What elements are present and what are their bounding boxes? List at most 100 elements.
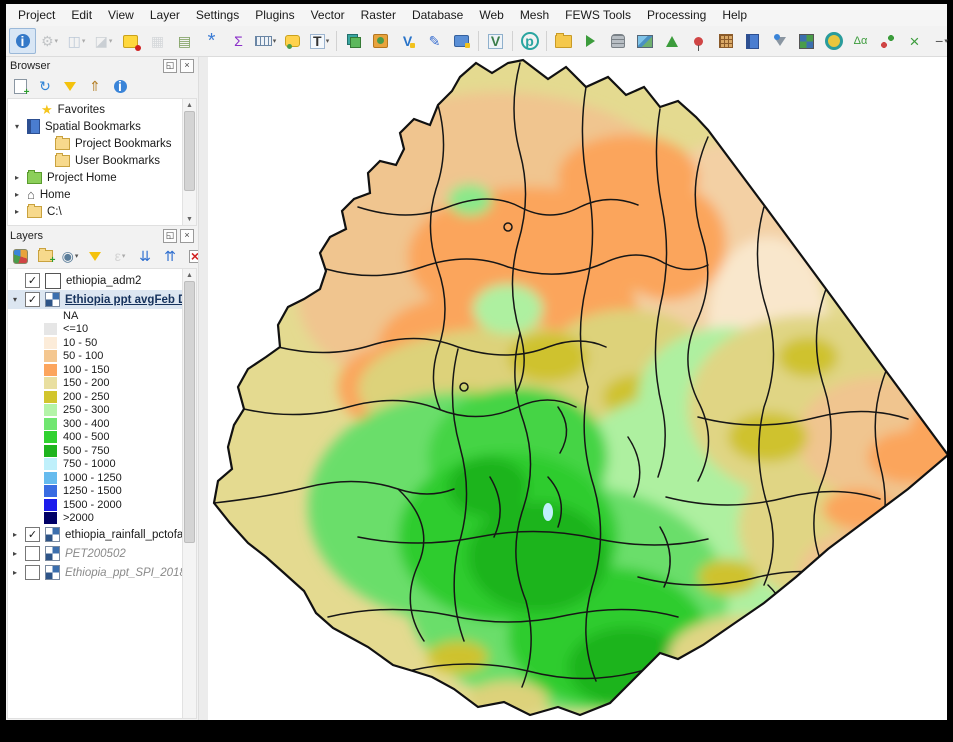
browser-scrollbar[interactable]: ▲ ▼ bbox=[182, 99, 196, 225]
collapse-all-button[interactable]: ⇑ bbox=[83, 75, 107, 98]
raster-calculator-button[interactable] bbox=[631, 28, 658, 54]
vertex-tool-button[interactable]: × bbox=[901, 28, 928, 54]
select-by-rectangle-button[interactable]: ◫▾ bbox=[63, 28, 90, 54]
eye-dropper-tool-button[interactable] bbox=[820, 28, 847, 54]
legend-class-row[interactable]: NA bbox=[8, 309, 183, 323]
browser-item-project-bookmarks[interactable]: Project Bookmarks bbox=[8, 135, 183, 152]
menu-project[interactable]: Project bbox=[10, 6, 63, 24]
new-temporary-scratch-layer-button[interactable]: ✎ bbox=[421, 28, 448, 54]
menu-help[interactable]: Help bbox=[714, 6, 755, 24]
properties-widget-button[interactable] bbox=[108, 75, 132, 98]
legend-class-row[interactable]: 750 - 1000 bbox=[8, 458, 183, 472]
manage-map-themes-button[interactable]: ◉▾ bbox=[58, 245, 82, 268]
browser-item-spatial-bookmarks[interactable]: ▾Spatial Bookmarks bbox=[8, 118, 183, 135]
attribute-table-button[interactable]: ▦ bbox=[144, 28, 171, 54]
legend-class-row[interactable]: 400 - 500 bbox=[8, 431, 183, 445]
legend-class-row[interactable]: 500 - 750 bbox=[8, 444, 183, 458]
menu-web[interactable]: Web bbox=[471, 6, 511, 24]
clip-raster-button[interactable]: ◪▾ bbox=[90, 28, 117, 54]
layer-row-pet200502[interactable]: ▸PET200502 bbox=[8, 544, 183, 563]
node-editor-button[interactable] bbox=[874, 28, 901, 54]
add-group-button[interactable] bbox=[33, 245, 57, 268]
layers-scrollbar[interactable]: ▲ bbox=[182, 269, 196, 718]
expander-icon[interactable]: ▸ bbox=[12, 190, 22, 199]
scroll-up-icon[interactable]: ▲ bbox=[186, 99, 193, 111]
browser-item-favorites[interactable]: ★Favorites bbox=[8, 101, 183, 118]
log-book-button[interactable] bbox=[739, 28, 766, 54]
legend-class-row[interactable]: <=10 bbox=[8, 323, 183, 337]
open-data-folder-button[interactable] bbox=[550, 28, 577, 54]
expander-icon[interactable]: ▸ bbox=[10, 568, 20, 577]
undock-panel-icon[interactable]: ◱ bbox=[163, 59, 177, 73]
filter-browser-button[interactable] bbox=[58, 75, 82, 98]
scroll-thumb[interactable] bbox=[184, 111, 195, 191]
legend-class-row[interactable]: 250 - 300 bbox=[8, 404, 183, 418]
map-canvas[interactable] bbox=[208, 57, 947, 720]
database-manager-button[interactable] bbox=[604, 28, 631, 54]
close-panel-icon[interactable]: × bbox=[180, 229, 194, 243]
close-panel-icon[interactable]: × bbox=[180, 59, 194, 73]
menu-database[interactable]: Database bbox=[404, 6, 471, 24]
new-spatialite-layer-button[interactable] bbox=[448, 28, 475, 54]
layer-row-ethiopia-ppt-avgfeb-dek1-to-may[interactable]: ▾Ethiopia ppt avgFeb Dek1 to May_ bbox=[8, 290, 183, 309]
checker-map-tool-button[interactable] bbox=[793, 28, 820, 54]
processing-toolbox-button[interactable]: * bbox=[198, 28, 225, 54]
menu-plugins[interactable]: Plugins bbox=[247, 6, 302, 24]
add-selected-layers-button[interactable] bbox=[8, 75, 32, 98]
open-layer-styling-button[interactable] bbox=[8, 245, 32, 268]
layer-visibility-checkbox[interactable] bbox=[25, 546, 40, 561]
expander-icon[interactable]: ▸ bbox=[12, 173, 22, 182]
filter-by-expression-button[interactable]: ε▾ bbox=[108, 245, 132, 268]
expander-icon[interactable]: ▸ bbox=[10, 530, 20, 539]
legend-class-row[interactable]: 150 - 200 bbox=[8, 377, 183, 391]
legend-class-row[interactable]: 50 - 100 bbox=[8, 350, 183, 364]
refresh-button[interactable]: ↻ bbox=[33, 75, 57, 98]
legend-class-row[interactable]: 1500 - 2000 bbox=[8, 498, 183, 512]
layer-row-ethiopia-ppt-spi-2018feb-dek2-to[interactable]: ▸Ethiopia_ppt_SPI_2018Feb_Dek2_to bbox=[8, 563, 183, 582]
measure-line-button[interactable]: ▾ bbox=[252, 28, 279, 54]
attribute-editor-button[interactable] bbox=[712, 28, 739, 54]
menu-view[interactable]: View bbox=[100, 6, 142, 24]
new-shapefile-layer-button[interactable] bbox=[367, 28, 394, 54]
undock-panel-icon[interactable]: ◱ bbox=[163, 229, 177, 243]
legend-class-row[interactable]: 1250 - 1500 bbox=[8, 485, 183, 499]
add-vector-layer-button[interactable] bbox=[482, 28, 509, 54]
new-geopackage-layer-button[interactable] bbox=[340, 28, 367, 54]
legend-class-row[interactable]: 100 - 150 bbox=[8, 363, 183, 377]
menu-mesh[interactable]: Mesh bbox=[512, 6, 557, 24]
new-virtual-layer-button[interactable] bbox=[394, 28, 421, 54]
layer-visibility-checkbox[interactable] bbox=[25, 273, 40, 288]
menu-processing[interactable]: Processing bbox=[639, 6, 714, 24]
menu-vector[interactable]: Vector bbox=[303, 6, 353, 24]
menu-settings[interactable]: Settings bbox=[188, 6, 247, 24]
legend-class-row[interactable]: >2000 bbox=[8, 512, 183, 526]
text-annotation-button[interactable]: ▾ bbox=[306, 28, 333, 54]
legend-class-row[interactable]: 200 - 250 bbox=[8, 390, 183, 404]
layer-visibility-checkbox[interactable] bbox=[25, 527, 40, 542]
menu-raster[interactable]: Raster bbox=[353, 6, 404, 24]
map-tips-button[interactable] bbox=[279, 28, 306, 54]
statistical-summary-button[interactable]: Σ bbox=[225, 28, 252, 54]
browser-item-user-bookmarks[interactable]: User Bookmarks bbox=[8, 152, 183, 169]
filter-legend-button[interactable] bbox=[83, 245, 107, 268]
layer-visibility-checkbox[interactable] bbox=[25, 292, 40, 307]
topology-checker-button[interactable]: Δα bbox=[847, 28, 874, 54]
layout-manager-button[interactable]: ▤ bbox=[171, 28, 198, 54]
new-annotation-button[interactable] bbox=[117, 28, 144, 54]
field-options-button[interactable]: ⚙▾ bbox=[36, 28, 63, 54]
expander-icon[interactable]: ▸ bbox=[12, 207, 22, 216]
identify-features-button[interactable] bbox=[9, 28, 36, 54]
processing-provider-button[interactable] bbox=[516, 28, 543, 54]
scroll-down-icon[interactable]: ▼ bbox=[186, 213, 193, 225]
browser-item-c[interactable]: ▸C:\ bbox=[8, 203, 183, 220]
expand-all-button[interactable]: ⇊ bbox=[133, 245, 157, 268]
expander-icon[interactable]: ▾ bbox=[10, 295, 20, 304]
layer-visibility-checkbox[interactable] bbox=[25, 565, 40, 580]
browser-item-home[interactable]: ▸⌂Home bbox=[8, 186, 183, 203]
legend-class-row[interactable]: 300 - 400 bbox=[8, 417, 183, 431]
browser-item-project-home[interactable]: ▸Project Home bbox=[8, 169, 183, 186]
legend-class-row[interactable]: 1000 - 1250 bbox=[8, 471, 183, 485]
legend-class-row[interactable]: 10 - 50 bbox=[8, 336, 183, 350]
scroll-up-icon[interactable]: ▲ bbox=[186, 269, 193, 281]
menu-fews-tools[interactable]: FEWS Tools bbox=[557, 6, 639, 24]
